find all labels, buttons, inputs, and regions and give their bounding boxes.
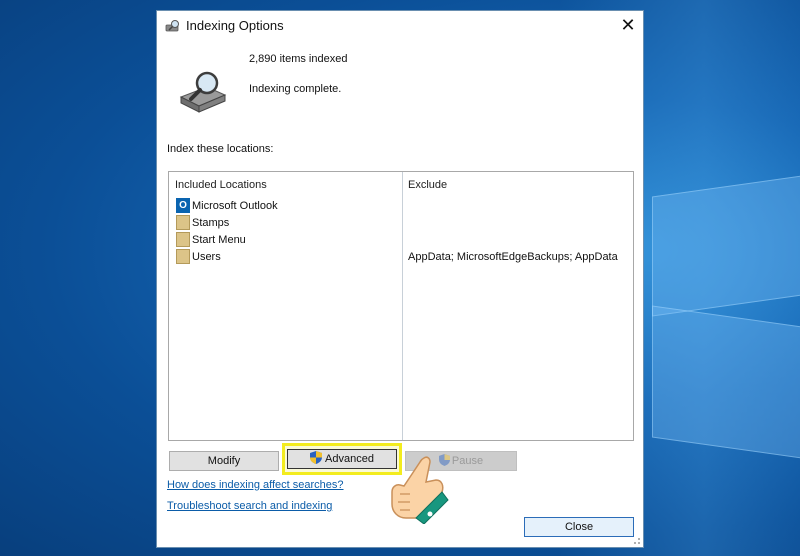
items-indexed-count: 2,890 items indexed	[249, 53, 348, 65]
hard-drive-magnifier-icon	[179, 71, 227, 113]
uac-shield-icon	[310, 451, 323, 464]
indexing-options-icon	[165, 20, 179, 32]
close-button[interactable]: Close	[524, 517, 634, 537]
modify-button[interactable]: Modify	[169, 451, 279, 471]
location-name: Microsoft Outlook	[192, 200, 278, 212]
windows-logo-pane-top	[652, 175, 800, 317]
folder-icon	[176, 232, 190, 247]
outlook-icon: O	[176, 198, 190, 213]
resize-grip-icon[interactable]	[631, 535, 641, 545]
dialog-title: Indexing Options	[186, 18, 284, 33]
location-name: Stamps	[192, 217, 230, 229]
location-exclude: AppData; MicrosoftEdgeBackups; AppData	[408, 251, 618, 263]
folder-icon	[176, 215, 190, 230]
location-name: Users	[192, 251, 221, 263]
locations-list[interactable]: Included Locations Exclude O Microsoft O…	[168, 171, 634, 441]
advanced-label: Advanced	[325, 453, 374, 465]
location-name: Start Menu	[192, 234, 246, 246]
index-locations-label: Index these locations:	[167, 143, 274, 155]
list-item[interactable]: Start Menu	[174, 232, 630, 249]
included-locations-header: Included Locations	[175, 179, 267, 191]
windows-logo-pane-bottom	[652, 305, 800, 459]
exclude-header: Exclude	[408, 179, 448, 191]
list-item[interactable]: Stamps	[174, 215, 630, 232]
pointing-hand-icon	[391, 456, 449, 524]
pause-label: Pause	[451, 455, 484, 467]
indexing-status: Indexing complete.	[249, 83, 342, 95]
close-icon[interactable]: ✕	[613, 11, 643, 41]
folder-icon	[176, 249, 190, 264]
list-item[interactable]: Users AppData; MicrosoftEdgeBackups; App…	[174, 249, 630, 266]
troubleshoot-indexing-link[interactable]: Troubleshoot search and indexing	[167, 500, 332, 512]
how-indexing-affects-searches-link[interactable]: How does indexing affect searches?	[167, 479, 344, 491]
title-bar: Indexing Options ✕	[157, 11, 643, 41]
list-item[interactable]: O Microsoft Outlook	[174, 198, 630, 215]
